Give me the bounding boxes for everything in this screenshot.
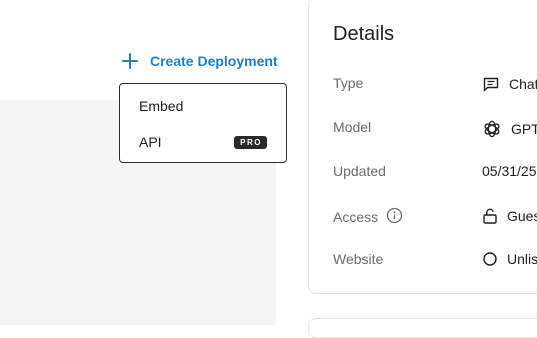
menu-item-api-label: API xyxy=(139,134,162,150)
openai-logo-icon xyxy=(484,120,500,138)
pro-badge: PRO xyxy=(234,135,267,149)
create-deployment-button[interactable]: Create Deployment xyxy=(121,50,278,72)
menu-item-api[interactable]: API PRO xyxy=(139,132,267,152)
detail-label-text: Access xyxy=(333,209,379,225)
detail-label: Model xyxy=(333,119,372,135)
detail-value-website: Unlis xyxy=(482,251,537,267)
plus-icon xyxy=(121,52,139,70)
detail-row-type: Type Chat xyxy=(309,72,537,96)
detail-value-text: 05/31/25 xyxy=(482,163,537,179)
detail-row-access: Access Gues xyxy=(309,204,537,228)
detail-row-website: Website Unlis xyxy=(309,248,537,272)
menu-item-embed-label: Embed xyxy=(139,98,184,114)
detail-label: Updated xyxy=(333,163,386,179)
create-deployment-label: Create Deployment xyxy=(150,53,278,69)
detail-value-text: Gues xyxy=(507,208,537,224)
detail-value-text: GPT- xyxy=(511,121,537,137)
deployment-dropdown-menu: Embed API PRO xyxy=(119,83,287,163)
detail-row-model: Model GPT- xyxy=(309,116,537,140)
details-card: Details Type Chat Model GPT- Updated xyxy=(308,0,537,294)
details-title: Details xyxy=(333,23,395,45)
menu-item-embed[interactable]: Embed xyxy=(139,96,267,116)
detail-value-updated: 05/31/25 xyxy=(482,163,537,179)
detail-value-text: Chat xyxy=(509,76,537,92)
detail-value-text: Unlis xyxy=(507,251,537,267)
circle-icon xyxy=(483,252,497,266)
detail-label: Website xyxy=(333,251,384,267)
detail-label-access: Access xyxy=(333,207,403,227)
detail-value-model: GPT- xyxy=(482,119,537,139)
lock-open-icon xyxy=(483,208,497,224)
secondary-card xyxy=(308,318,537,338)
detail-row-updated: Updated 05/31/25 xyxy=(309,160,537,184)
info-icon[interactable] xyxy=(386,207,403,227)
detail-value-access: Gues xyxy=(482,207,537,225)
detail-value-type: Chat xyxy=(482,75,537,93)
chat-icon xyxy=(483,77,499,92)
detail-label: Type xyxy=(333,75,364,91)
